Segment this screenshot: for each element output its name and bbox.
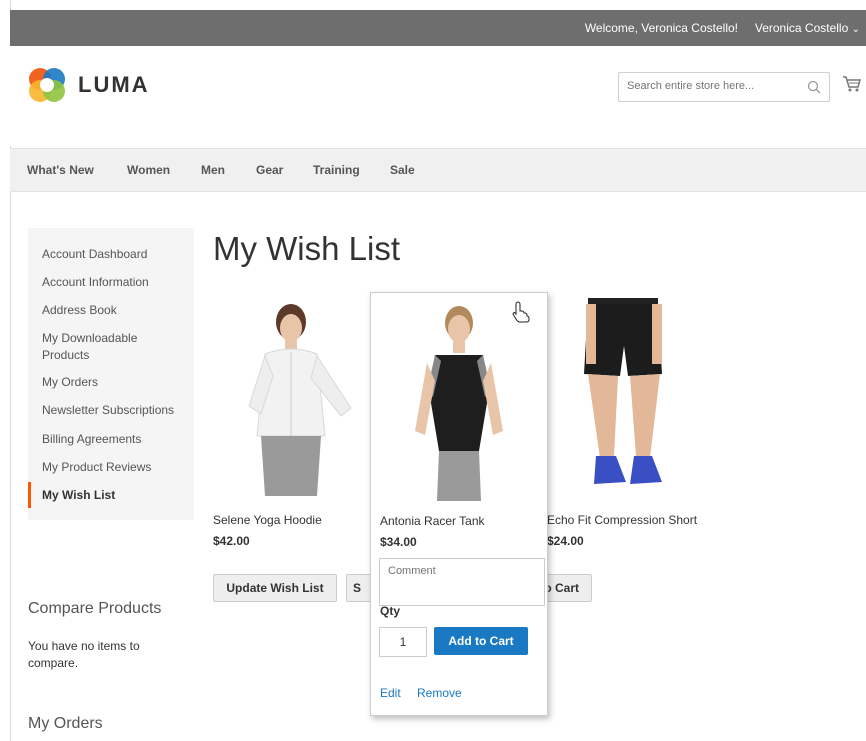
nav-item-women[interactable]: Women [127,163,170,177]
wishlist-item-hover-card: Antonia Racer Tank $34.00 Qty Add to Car… [370,292,548,716]
product-name[interactable]: Antonia Racer Tank [380,514,485,528]
product-name[interactable]: Selene Yoga Hoodie [213,513,322,527]
nav-item-sale[interactable]: Sale [390,163,415,177]
page-title: My Wish List [213,230,401,267]
chevron-down-icon: ⌄ [851,24,860,35]
compare-products-title: Compare Products [28,600,162,617]
sidebar-item-address-book[interactable]: Address Book [42,302,187,319]
nav-item-men[interactable]: Men [201,163,225,177]
search-input[interactable] [619,73,813,99]
sidebar-item-wish-list[interactable]: My Wish List [42,487,187,504]
add-to-cart-button[interactable]: Add to Cart [434,627,528,655]
product-image-selene-yoga-hoodie[interactable] [213,296,363,496]
product-price: $24.00 [547,534,584,548]
qty-input[interactable] [379,627,427,657]
compare-empty-text: You have no items to compare. [28,639,140,670]
customer-name: Veronica Costello [754,21,849,35]
nav-item-whats-new[interactable]: What's New [27,163,94,177]
qty-label: Qty [380,604,401,618]
product-price: $34.00 [380,535,417,549]
welcome-message: Welcome, Veronica Costello! [584,21,738,35]
nav-item-gear[interactable]: Gear [256,163,283,177]
search-box [618,72,830,102]
product-price: $42.00 [213,534,250,548]
comment-field[interactable] [379,558,545,606]
logo-text[interactable]: LUMA [78,72,150,98]
sidebar-active-indicator [28,482,31,508]
remove-link[interactable]: Remove [417,686,462,700]
sidebar-item-product-reviews[interactable]: My Product Reviews [42,459,187,476]
product-name[interactable]: Echo Fit Compression Short [547,513,697,527]
search-icon[interactable] [807,80,821,94]
hand-cursor-icon [512,301,530,323]
top-bar: Welcome, Veronica Costello! Veronica Cos… [10,10,866,46]
product-image-antonia-racer-tank[interactable] [381,301,531,501]
nav-item-training[interactable]: Training [313,163,360,177]
luma-logo-icon[interactable] [28,66,66,104]
update-wish-list-button[interactable]: Update Wish List [213,574,337,602]
page-header: LUMA [10,46,866,146]
cart-icon[interactable] [842,75,862,93]
sidebar-item-account-dashboard[interactable]: Account Dashboard [42,246,187,263]
edit-link[interactable]: Edit [380,686,401,700]
product-image-echo-fit-compression-short[interactable] [548,296,698,496]
sidebar-item-my-orders[interactable]: My Orders [42,374,187,391]
customer-menu-toggle[interactable]: Veronica Costello ⌄ [755,21,860,35]
my-orders-title: My Orders [28,715,103,732]
sidebar-item-billing-agreements[interactable]: Billing Agreements [42,431,187,448]
sidebar-item-account-information[interactable]: Account Information [42,274,187,291]
main-navigation: What's New Women Men Gear Training Sale [10,148,866,192]
sidebar-item-newsletter-subscriptions[interactable]: Newsletter Subscriptions [42,402,187,419]
sidebar-item-downloadable-products[interactable]: My Downloadable Products [42,330,162,364]
account-sidebar: Account Dashboard Account Information Ad… [28,228,194,520]
